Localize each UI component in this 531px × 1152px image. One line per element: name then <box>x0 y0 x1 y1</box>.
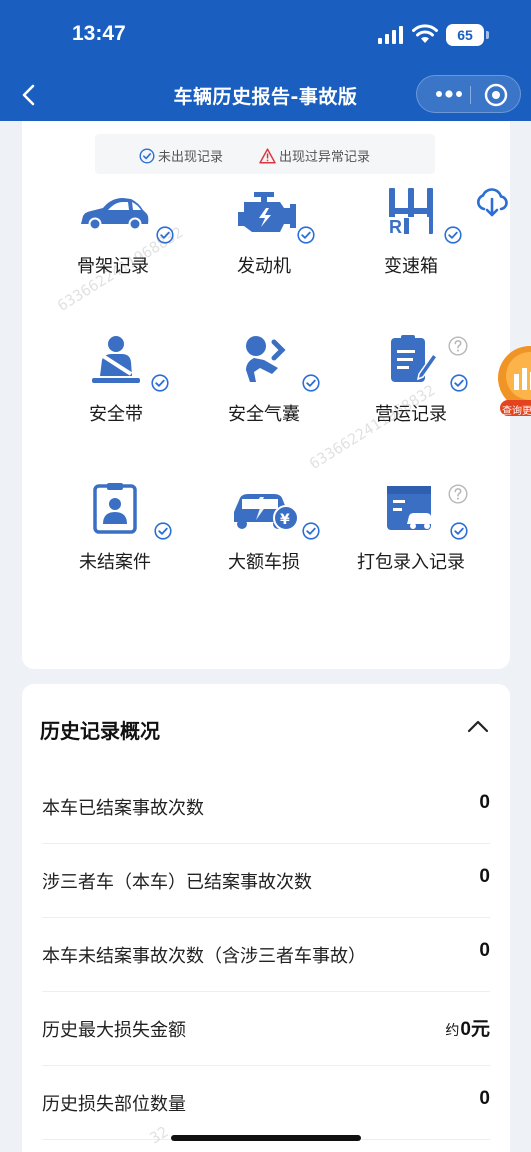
cellular-signal-icon <box>378 26 403 44</box>
seatbelt-icon <box>92 336 140 383</box>
check-circle-icon <box>154 522 172 540</box>
major-damage-icon: ¥ <box>234 494 299 531</box>
tile-label: 发动机 <box>237 256 291 277</box>
bundle-entry-icon <box>387 486 433 530</box>
chevron-up-icon[interactable] <box>464 713 492 741</box>
check-circle-icon <box>302 522 320 540</box>
history-row-value: 0 <box>479 866 490 887</box>
status-bar: 13:47 65 <box>0 22 531 52</box>
history-row: 历史损失部位数量 0 <box>42 1066 490 1140</box>
tile-label: 打包录入记录 <box>357 552 465 573</box>
wifi-icon <box>412 24 438 43</box>
pending-case-icon <box>93 483 137 534</box>
app-header: 13:47 65 车辆历史报告-事故版 <box>0 0 531 121</box>
check-circle-icon <box>450 374 468 392</box>
tile-label: 骨架记录 <box>77 256 149 277</box>
tile-label: 营运记录 <box>375 404 447 425</box>
value-amount: 0元 <box>460 1019 490 1040</box>
car-body-icon <box>81 198 149 231</box>
status-time: 13:47 <box>72 22 126 45</box>
history-title: 历史记录概况 <box>40 719 160 743</box>
history-row-value: 0 <box>479 940 490 961</box>
history-row-value: 0 <box>479 792 490 813</box>
legend-abnormal-label: 出现过异常记录 <box>279 150 371 165</box>
help-question-icon[interactable] <box>448 484 468 504</box>
history-row-label: 本车未结案事故次数（含涉三者车事故） <box>42 946 366 967</box>
history-row-label: 历史损失部位数量 <box>42 1094 186 1115</box>
tile-label: 大额车损 <box>228 552 300 573</box>
warning-triangle-icon <box>259 147 276 164</box>
svg-text:R: R <box>389 217 402 237</box>
legend-no-record-label: 未出现记录 <box>158 150 224 165</box>
history-row-label: 本车已结案事故次数 <box>42 798 204 819</box>
svg-text:¥: ¥ <box>280 512 290 528</box>
check-circle-icon <box>297 226 315 244</box>
history-row: 涉三者车（本车）已结案事故次数 0 <box>42 844 490 918</box>
legend-abnormal: 出现过异常记录 <box>259 146 370 165</box>
history-row: 本车已结案事故次数 0 <box>42 770 490 844</box>
check-circle-icon <box>302 374 320 392</box>
engine-icon <box>238 192 296 232</box>
query-more-label: 查询更 <box>502 406 531 417</box>
operation-record-icon <box>391 335 439 382</box>
tile-label: 变速箱 <box>384 256 438 277</box>
value-prefix: 约 <box>445 1023 460 1039</box>
close-mini-program-icon[interactable] <box>483 82 509 108</box>
help-question-icon[interactable] <box>448 336 468 356</box>
tile-label: 安全带 <box>89 404 143 425</box>
history-row: 历史最大损失金额 约0元 <box>42 992 490 1066</box>
tile-label: 未结案件 <box>79 552 151 573</box>
history-row: 本车未结案事故次数（含涉三者车事故） 0 <box>42 918 490 992</box>
cloud-download-icon[interactable] <box>474 184 510 220</box>
gearbox-icon: R <box>387 188 433 237</box>
check-circle-icon <box>151 374 169 392</box>
tile-label: 安全气囊 <box>228 404 300 425</box>
history-row-label: 历史最大损失金额 <box>42 1020 186 1041</box>
legend-no-record: 未出现记录 <box>139 146 223 165</box>
battery-indicator: 65 <box>446 24 489 46</box>
mini-program-capsule <box>416 75 521 113</box>
history-row-value: 0 <box>479 1088 490 1109</box>
check-circle-icon <box>156 226 174 244</box>
airbag-icon <box>246 336 286 382</box>
home-indicator <box>171 1135 361 1141</box>
more-options-icon[interactable] <box>431 84 467 104</box>
check-circle-icon <box>139 147 155 164</box>
check-circle-icon <box>444 226 462 244</box>
history-row-label: 涉三者车（本车）已结案事故次数 <box>42 872 312 893</box>
capsule-divider <box>470 86 471 104</box>
check-circle-icon <box>450 522 468 540</box>
history-row-value: 约0元 <box>445 1014 490 1041</box>
nav-bar: 车辆历史报告-事故版 <box>0 74 531 118</box>
status-legend: 未出现记录 出现过异常记录 <box>95 134 435 174</box>
